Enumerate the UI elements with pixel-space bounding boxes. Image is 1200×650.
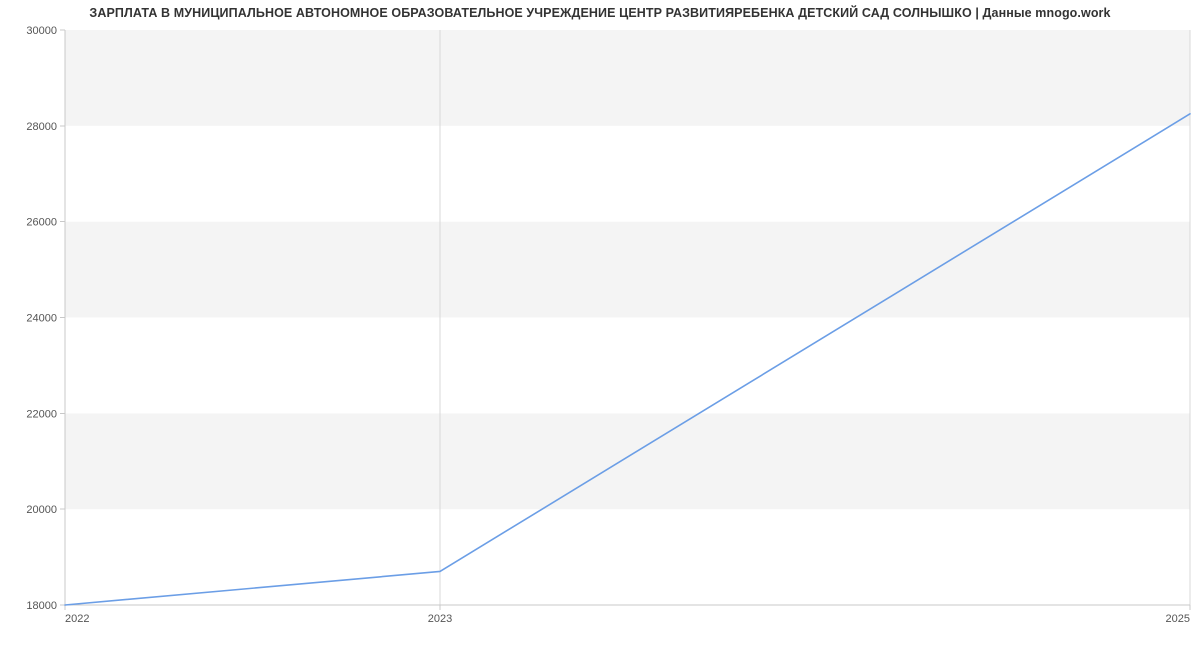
y-tick-label: 28000 xyxy=(26,121,57,133)
plot-band xyxy=(65,126,1190,222)
y-tick-label: 20000 xyxy=(26,504,57,516)
y-tick-label: 30000 xyxy=(26,25,57,37)
plot-band xyxy=(65,413,1190,509)
plot-band xyxy=(65,30,1190,126)
y-tick-label: 22000 xyxy=(26,408,57,420)
chart-svg: 18000 20000 22000 24000 26000 28000 30000 2022 2… xyxy=(0,0,1200,650)
plot-band xyxy=(65,318,1190,414)
y-tick-label: 24000 xyxy=(26,313,57,325)
x-tick-label: 2025 xyxy=(1166,613,1190,625)
plot-band xyxy=(65,222,1190,318)
salary-line-chart: ЗАРПЛАТА В МУНИЦИПАЛЬНОЕ АВТОНОМНОЕ ОБРА… xyxy=(0,0,1200,650)
chart-title: ЗАРПЛАТА В МУНИЦИПАЛЬНОЕ АВТОНОМНОЕ ОБРА… xyxy=(0,6,1200,20)
x-tick-label: 2023 xyxy=(428,613,452,625)
y-tick-label: 18000 xyxy=(26,600,57,612)
y-tick-label: 26000 xyxy=(26,217,57,229)
x-tick-label: 2022 xyxy=(65,613,89,625)
